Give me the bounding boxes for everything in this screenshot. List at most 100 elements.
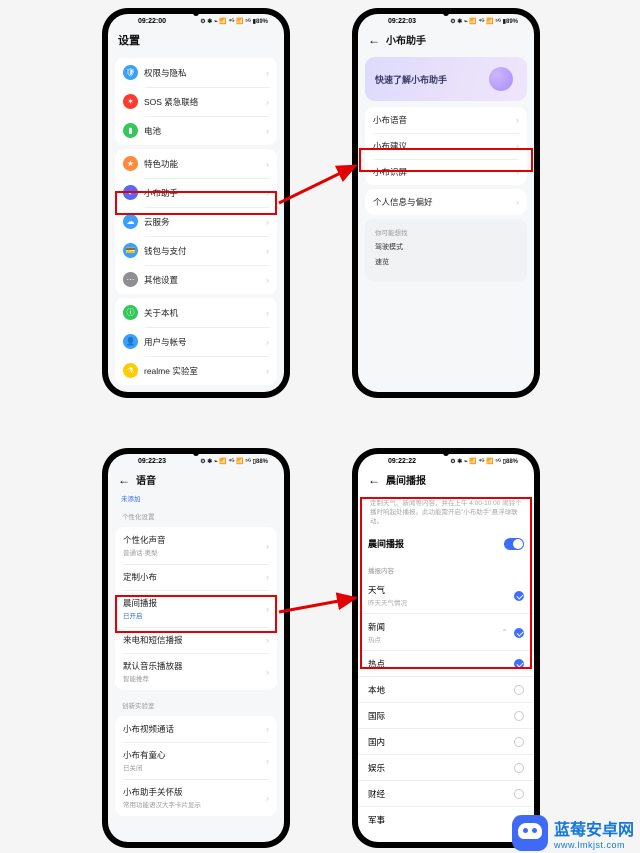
- row-label: 关于本机: [144, 307, 260, 319]
- privacy-icon: 🛡: [123, 65, 138, 80]
- chevron-right-icon: ›: [266, 366, 269, 376]
- settings-row-features[interactable]: ★特色功能›: [115, 149, 277, 178]
- settings-row-about[interactable]: ⓘ关于本机›: [115, 298, 277, 327]
- about-icon: ⓘ: [123, 305, 138, 320]
- toggle-switch[interactable]: [504, 538, 524, 550]
- row-label: 钱包与支付: [144, 245, 260, 257]
- chevron-right-icon: ›: [266, 126, 269, 136]
- chevron-right-icon: ›: [266, 97, 269, 107]
- settings-group-2: ★特色功能›◐小布助手›☁云服务›💳钱包与支付›⋯其他设置›: [115, 149, 277, 294]
- back-icon[interactable]: ←: [118, 473, 130, 487]
- chevron-right-icon: ›: [266, 68, 269, 78]
- broadcast-item-dom[interactable]: 国内: [358, 728, 534, 754]
- row-player[interactable]: 默认音乐播放器智能推荐›: [115, 653, 277, 690]
- page-header: ← 语音: [108, 468, 284, 493]
- chevron-up-icon: ⌃: [501, 628, 508, 637]
- morning-toggle-row[interactable]: 晨间播报: [358, 528, 534, 559]
- suggestion-title: 你可能想找: [375, 227, 517, 237]
- group-header: 播报内容: [358, 559, 534, 577]
- broadcast-item-weather[interactable]: 天气昨天天气情况: [358, 577, 534, 613]
- radio-on-icon[interactable]: [514, 659, 524, 669]
- row-subtext: 已开启: [123, 610, 260, 620]
- clock: 09:22:03: [388, 18, 416, 25]
- settings-group-3: ⓘ 关于本机 › 👤用户与帐号›⚗realme 实验室›: [115, 298, 277, 385]
- item-label: 新闻: [368, 621, 385, 633]
- broadcast-item-mil[interactable]: 军事: [358, 806, 534, 832]
- row-care[interactable]: 小布助手关怀版常用功能语汉大字卡片显示›: [115, 779, 277, 816]
- broadcast-item-hot[interactable]: 热点: [358, 650, 534, 676]
- radio-on-icon[interactable]: [514, 591, 524, 601]
- row-suggest[interactable]: 小布建议›: [365, 133, 527, 159]
- suggestion-item[interactable]: 速览: [375, 257, 517, 267]
- row-subtext: 已关闭: [123, 762, 260, 772]
- back-icon[interactable]: ←: [368, 33, 380, 47]
- status-icons: ⚙ ✱ ⌁ 📶 ⁴ᴳ 📶 ⁵ᴳ ▯88%: [450, 458, 518, 465]
- status-icons: ⚙ ✱ ⌁ 📶 ⁴ᴳ 📶 ⁵ᴳ ▯88%: [200, 458, 268, 465]
- row-label: 电池: [144, 125, 260, 137]
- row-custom[interactable]: 定制小布›: [115, 564, 277, 590]
- item-label: 军事: [368, 814, 385, 826]
- settings-row-sos[interactable]: ✶SOS 紧急联络›: [115, 87, 277, 116]
- radio-off-icon[interactable]: [514, 737, 524, 747]
- row-label: 小布语音: [373, 114, 510, 126]
- row-heart[interactable]: 小布有童心已关闭›: [115, 742, 277, 779]
- settings-row-account[interactable]: 👤用户与帐号›: [115, 327, 277, 356]
- item-label: 娱乐: [368, 762, 385, 774]
- row-label: 小布识屏: [373, 166, 510, 178]
- row-label: SOS 紧急联络: [144, 96, 260, 108]
- chevron-right-icon: ›: [516, 197, 519, 207]
- row-label: 特色功能: [144, 158, 260, 170]
- row-pref[interactable]: 个人信息与偏好›: [365, 189, 527, 215]
- group-header: 个性化设置: [108, 505, 284, 523]
- row-voice-personal[interactable]: 个性化声音普通话·奥梨›: [115, 527, 277, 564]
- settings-row-assistant[interactable]: ◐小布助手›: [115, 178, 277, 207]
- row-video-call[interactable]: 小布视频通话›: [115, 716, 277, 742]
- row-label: 权限与隐私: [144, 67, 260, 79]
- chevron-right-icon: ›: [266, 246, 269, 256]
- banner-text: 快速了解小布助手: [375, 73, 447, 86]
- page-title: 晨间播报: [386, 472, 426, 487]
- item-subtext: 热点: [368, 634, 385, 644]
- voice-group-2: 小布视频通话›小布有童心已关闭›小布助手关怀版常用功能语汉大字卡片显示›: [115, 716, 277, 816]
- back-icon[interactable]: ←: [368, 473, 380, 487]
- group-header: 创新实验室: [108, 694, 284, 712]
- row-label: 小布有童心: [123, 749, 260, 761]
- broadcast-item-fin[interactable]: 财经: [358, 780, 534, 806]
- intro-banner[interactable]: 快速了解小布助手: [365, 57, 527, 101]
- row-voice[interactable]: 小布语音 ›: [365, 107, 527, 133]
- broadcast-item-intl[interactable]: 国际: [358, 702, 534, 728]
- suggestion-card: 你可能想找 驾驶模式 速览: [365, 219, 527, 282]
- chevron-right-icon: ›: [516, 115, 519, 125]
- chevron-right-icon: ›: [266, 604, 269, 614]
- suggestion-item[interactable]: 驾驶模式: [375, 242, 517, 252]
- status-icons: ⚙ ✱ ⌁ 📶 ⁴ᴳ 📶 ⁵ᴳ ▮89%: [200, 18, 268, 25]
- settings-row-battery[interactable]: ▮电池›: [115, 116, 277, 145]
- radio-off-icon[interactable]: [514, 711, 524, 721]
- radio-off-icon[interactable]: [514, 789, 524, 799]
- status-bar: 09:22:22 ⚙ ✱ ⌁ 📶 ⁴ᴳ 📶 ⁵ᴳ ▯88%: [358, 454, 534, 468]
- cloud-icon: ☁: [123, 214, 138, 229]
- row-subtext: 普通话·奥梨: [123, 547, 260, 557]
- radio-off-icon[interactable]: [514, 763, 524, 773]
- settings-row-other[interactable]: ⋯其他设置›: [115, 265, 277, 294]
- settings-row-privacy[interactable]: 🛡 权限与隐私 ›: [115, 58, 277, 87]
- lab-icon: ⚗: [123, 363, 138, 378]
- radio-on-icon[interactable]: [514, 628, 524, 638]
- features-icon: ★: [123, 156, 138, 171]
- description-text: 定制天气、新闻等内容，并在上午 4:00-10:00 闹铃个播时响起处播报。此功…: [358, 493, 534, 528]
- row-sms[interactable]: 来电和短信播报›: [115, 627, 277, 653]
- settings-row-lab[interactable]: ⚗realme 实验室›: [115, 356, 277, 385]
- page-header: 设置: [108, 28, 284, 54]
- row-screen[interactable]: 小布识屏›: [365, 159, 527, 185]
- item-subtext: 昨天天气情况: [368, 597, 407, 607]
- settings-row-cloud[interactable]: ☁云服务›: [115, 207, 277, 236]
- row-label: 小布视频通话: [123, 723, 260, 735]
- row-morning[interactable]: 晨间播报已开启›: [115, 590, 277, 627]
- broadcast-item-news[interactable]: 新闻热点 ⌃: [358, 613, 534, 650]
- broadcast-item-ent[interactable]: 娱乐: [358, 754, 534, 780]
- assistant-group-2: 个人信息与偏好›: [365, 189, 527, 215]
- broadcast-item-local[interactable]: 本地: [358, 676, 534, 702]
- chevron-right-icon: ›: [266, 275, 269, 285]
- settings-row-wallet[interactable]: 💳钱包与支付›: [115, 236, 277, 265]
- radio-off-icon[interactable]: [514, 685, 524, 695]
